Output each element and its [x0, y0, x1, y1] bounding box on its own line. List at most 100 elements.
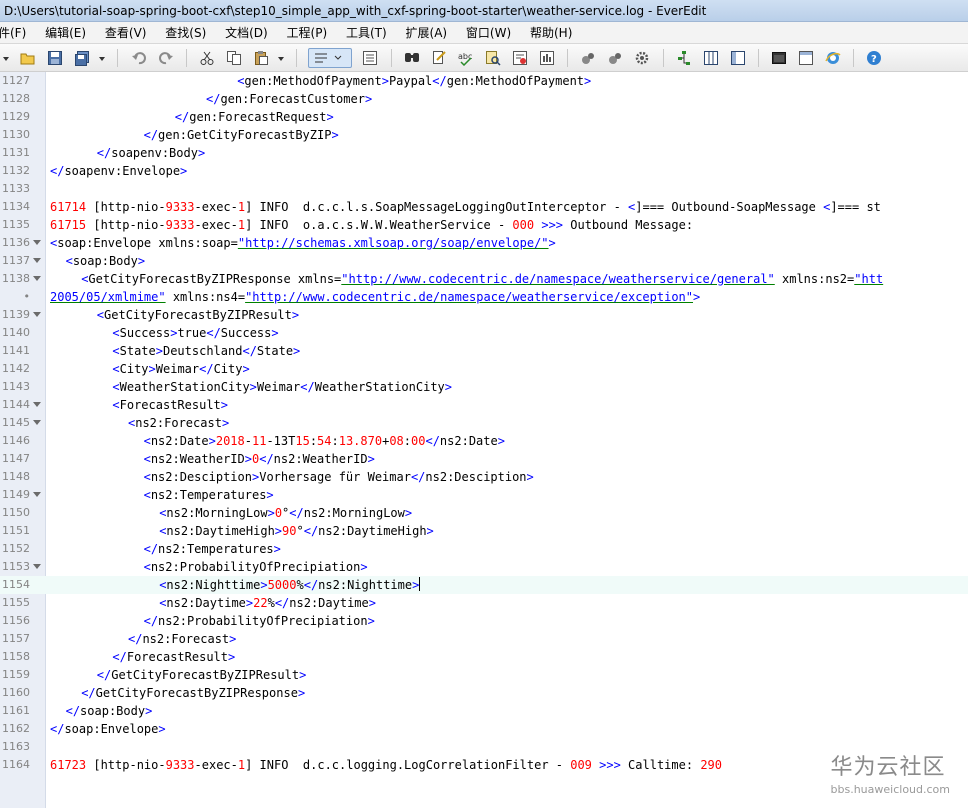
code-line[interactable]: 1133 [0, 180, 968, 198]
code-line[interactable]: 1157 </ns2:Forecast> [0, 630, 968, 648]
code-line[interactable]: 1136 <soap:Envelope xmlns:soap="http://sc… [0, 234, 968, 252]
copy-icon[interactable] [226, 50, 242, 66]
macro-play-icon[interactable] [580, 50, 596, 66]
code-line[interactable]: 1140 <Success>true</Success> [0, 324, 968, 342]
menu-document[interactable]: 文档(D) [225, 22, 275, 43]
watermark-url: bbs.huaweicloud.com [830, 783, 950, 796]
spell-check-icon[interactable]: abc [458, 50, 474, 66]
code-line[interactable]: 1164 61723 [http-nio-9333-exec-1] INFO d.… [0, 756, 968, 774]
code-text: </gen:GetCityForecastByZIP> [144, 126, 339, 144]
code-line[interactable]: 1155 <ns2:Daytime>22%</ns2:Daytime> [0, 594, 968, 612]
code-line[interactable]: 1156 </ns2:ProbabilityOfPrecipiation> [0, 612, 968, 630]
column-icon[interactable] [703, 50, 719, 66]
code-token: soap:Envelope [64, 722, 159, 736]
code-line[interactable]: 1146 <ns2:Date>2018-11-13T15:54:13.870+08… [0, 432, 968, 450]
code-line[interactable]: 1134 61714 [http-nio-9333-exec-1] INFO d.… [0, 198, 968, 216]
code-line[interactable]: 1127 <gen:MethodOfPayment>Paypal</gen:Met… [0, 72, 968, 90]
code-line[interactable]: 1130 </gen:GetCityForecastByZIP> [0, 126, 968, 144]
split-icon[interactable] [730, 50, 746, 66]
menu-edit[interactable]: 编辑(E) [45, 22, 93, 43]
line-number: 1162 [2, 722, 30, 735]
undo-icon[interactable] [131, 50, 147, 66]
indent-icon[interactable] [362, 50, 378, 66]
new-dropdown-icon[interactable] [2, 50, 10, 66]
code-line[interactable]: 1129 </gen:ForecastRequest> [0, 108, 968, 126]
fold-toggle-icon[interactable] [33, 402, 41, 407]
code-line[interactable]: 1138 <GetCityForecastByZIPResponse xmlns=… [0, 270, 968, 288]
code-line[interactable]: 1160 </GetCityForecastByZIPResponse> [0, 684, 968, 702]
replace-icon[interactable] [431, 50, 447, 66]
code-line[interactable]: 1154 <ns2:Nighttime>5000%</ns2:Nighttime> [0, 576, 968, 594]
tree-icon[interactable] [676, 50, 692, 66]
code-line[interactable]: 1144 <ForecastResult> [0, 396, 968, 414]
ie-icon[interactable] [825, 50, 841, 66]
fold-toggle-icon[interactable] [33, 258, 41, 263]
code-token: soap:Envelope xmlns:soap= [57, 236, 238, 250]
menu-search[interactable]: 查找(S) [165, 22, 213, 43]
editor-area[interactable]: 1127 <gen:MethodOfPayment>Paypal</gen:Met… [0, 72, 968, 808]
word-wrap-toggle[interactable] [308, 48, 353, 68]
code-token: > [548, 236, 556, 250]
menu-view[interactable]: 查看(V) [105, 22, 154, 43]
fold-toggle-icon[interactable] [33, 240, 41, 245]
code-line[interactable]: 1142 <City>Weimar</City> [0, 360, 968, 378]
save-icon[interactable] [47, 50, 63, 66]
code-line[interactable]: 1149 <ns2:Temperatures> [0, 486, 968, 504]
code-line[interactable]: 1137 <soap:Body> [0, 252, 968, 270]
find-in-files-icon[interactable] [485, 50, 501, 66]
code-line[interactable]: 1145 <ns2:Forecast> [0, 414, 968, 432]
toolbar-separator [390, 49, 392, 67]
settings-icon[interactable] [634, 50, 650, 66]
code-token: ns2:WeatherID [273, 452, 368, 466]
mark-icon[interactable] [512, 50, 528, 66]
dropdown-icon[interactable] [98, 50, 106, 66]
code-text: <WeatherStationCity>Weimar</WeatherStati… [112, 378, 452, 396]
code-line[interactable]: 1131 </soapenv:Body> [0, 144, 968, 162]
paste-icon[interactable] [253, 50, 269, 66]
menu-help[interactable]: 帮助(H) [530, 22, 579, 43]
browser-icon[interactable] [798, 50, 814, 66]
code-line[interactable]: • 2005/05/xmlmime" xmlns:ns4="http://www.… [0, 288, 968, 306]
code-line[interactable]: 1158 </ForecastResult> [0, 648, 968, 666]
code-line[interactable]: 1153 <ns2:ProbabilityOfPrecipiation> [0, 558, 968, 576]
find-icon[interactable] [404, 50, 420, 66]
open-icon[interactable] [20, 50, 36, 66]
code-token: > [299, 668, 307, 682]
menu-window[interactable]: 窗口(W) [466, 22, 518, 43]
code-line[interactable]: 1128 </gen:ForecastCustomer> [0, 90, 968, 108]
code-line[interactable]: 1148 <ns2:Desciption>Vorhersage für Weima… [0, 468, 968, 486]
code-line[interactable]: 1135 61715 [http-nio-9333-exec-1] INFO o.… [0, 216, 968, 234]
code-line[interactable]: 1141 <State>Deutschland</State> [0, 342, 968, 360]
code-line[interactable]: 1152 </ns2:Temperatures> [0, 540, 968, 558]
redo-icon[interactable] [158, 50, 174, 66]
menu-file[interactable]: 件(F) [0, 22, 33, 43]
fold-toggle-icon[interactable] [33, 492, 41, 497]
code-line[interactable]: 1151 <ns2:DaytimeHigh>90°</ns2:DaytimeHig… [0, 522, 968, 540]
code-token: ] INFO d.c.c.logging.LogCorrelationFilte… [245, 758, 571, 772]
code-token: > [526, 470, 534, 484]
code-line[interactable]: 1161 </soap:Body> [0, 702, 968, 720]
macro-record-icon[interactable] [539, 50, 555, 66]
terminal-icon[interactable] [771, 50, 787, 66]
code-line[interactable]: 1143 <WeatherStationCity>Weimar</WeatherS… [0, 378, 968, 396]
code-line[interactable]: 1147 <ns2:WeatherID>0</ns2:WeatherID> [0, 450, 968, 468]
menu-tools[interactable]: 工具(T) [346, 22, 394, 43]
code-line[interactable]: 1163 [0, 738, 968, 756]
code-line[interactable]: 1132 </soapenv:Envelope> [0, 162, 968, 180]
code-line[interactable]: 1150 <ns2:MorningLow>0°</ns2:MorningLow> [0, 504, 968, 522]
save-all-icon[interactable] [74, 50, 90, 66]
code-token: 2005/05/xmlmime" [50, 290, 166, 304]
code-line[interactable]: 1162 </soap:Envelope> [0, 720, 968, 738]
help-icon[interactable]: ? [866, 50, 882, 66]
macro-stop-icon[interactable] [607, 50, 623, 66]
menu-project[interactable]: 工程(P) [287, 22, 335, 43]
menu-extensions[interactable]: 扩展(A) [406, 22, 455, 43]
fold-toggle-icon[interactable] [33, 420, 41, 425]
cut-icon[interactable] [199, 50, 215, 66]
code-line[interactable]: 1159 </GetCityForecastByZIPResult> [0, 666, 968, 684]
dropdown-icon[interactable] [277, 50, 285, 66]
fold-toggle-icon[interactable] [33, 564, 41, 569]
fold-toggle-icon[interactable] [33, 276, 41, 281]
fold-toggle-icon[interactable] [33, 312, 41, 317]
code-line[interactable]: 1139 <GetCityForecastByZIPResult> [0, 306, 968, 324]
